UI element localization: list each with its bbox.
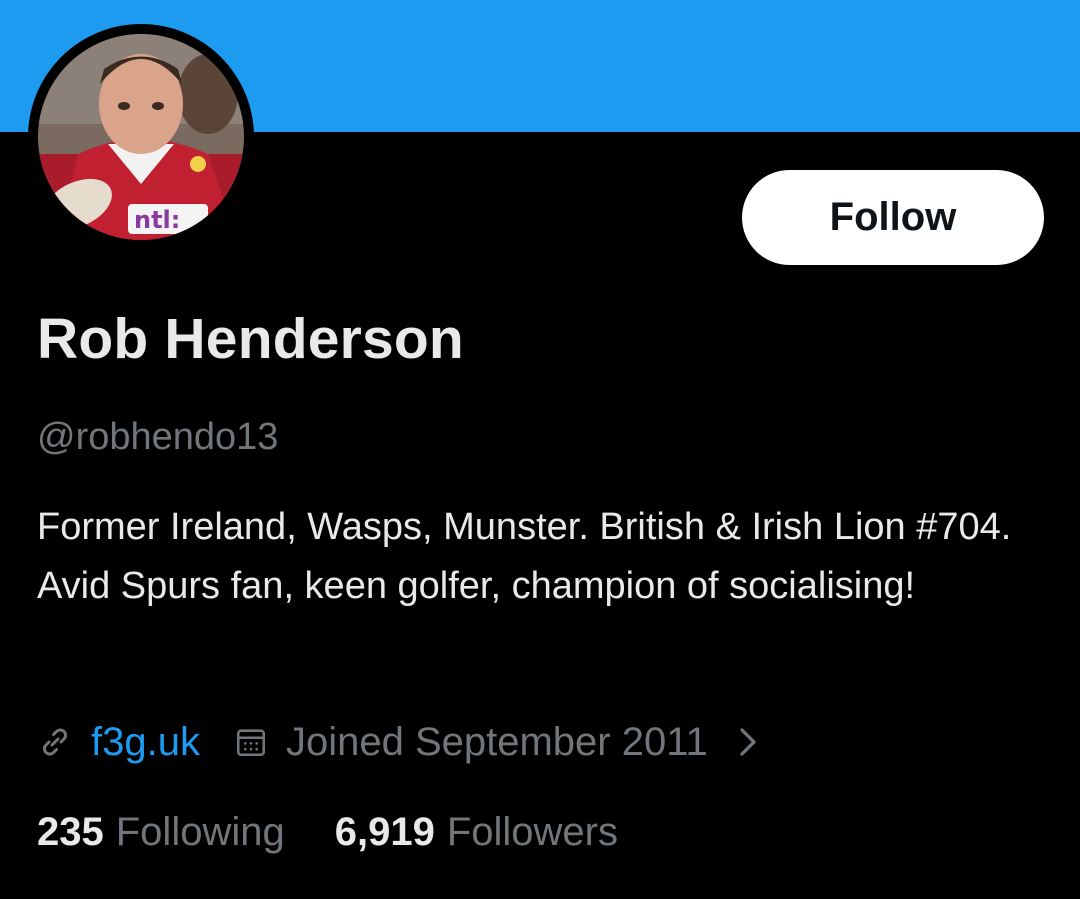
svg-text:ntl:: ntl: <box>134 206 180 234</box>
user-handle: @robhendo13 <box>37 416 279 458</box>
calendar-icon <box>234 725 268 759</box>
followers-count: 6,919 <box>334 810 435 854</box>
display-name: Rob Henderson <box>37 307 464 371</box>
link-icon <box>37 724 73 760</box>
followers-label: Followers <box>446 810 618 854</box>
following-stat[interactable]: 235 Following <box>37 810 285 855</box>
following-label: Following <box>115 810 285 854</box>
follow-stats: 235 Following 6,919 Followers <box>37 810 618 855</box>
joined-date: Joined September 2011 <box>285 719 708 764</box>
avatar[interactable]: ntl: <box>28 24 254 250</box>
website-link[interactable]: f3g.uk <box>91 720 200 765</box>
following-count: 235 <box>37 810 104 854</box>
profile-bio: Former Ireland, Wasps, Munster. British … <box>37 506 1012 607</box>
follow-button[interactable]: Follow <box>742 170 1044 265</box>
avatar-photo: ntl: <box>38 34 244 240</box>
profile-meta: f3g.uk Joined September 2011 <box>37 714 762 770</box>
followers-stat[interactable]: 6,919 Followers <box>335 810 618 855</box>
chevron-right-icon[interactable] <box>734 724 762 760</box>
